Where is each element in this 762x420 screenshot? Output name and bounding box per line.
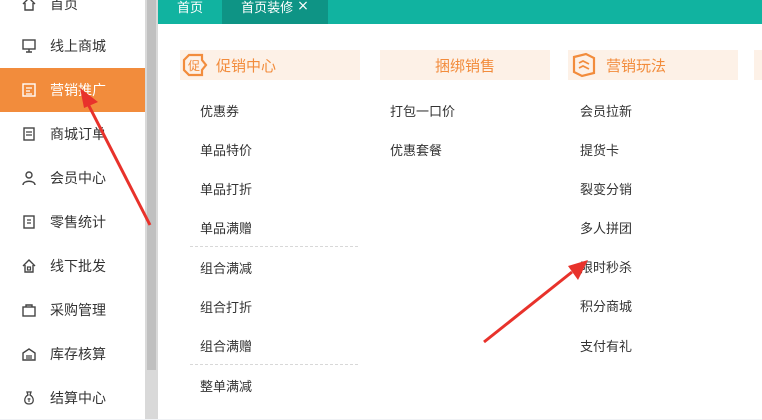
sidebar-item-retail-stats[interactable]: 零售统计 — [0, 200, 145, 244]
play-badge-icon — [572, 52, 596, 78]
sidebar-item-inventory[interactable]: 库存核算 — [0, 332, 145, 376]
menu-item-combo-gift[interactable]: 组合满赠 — [200, 336, 252, 355]
divider — [190, 246, 358, 247]
house-icon — [20, 257, 38, 275]
sidebar-item-label: 线上商城 — [50, 39, 106, 55]
sidebar-item-purchasing[interactable]: 采购管理 — [0, 288, 145, 332]
close-icon[interactable]: × — [297, 0, 309, 14]
sidebar: 首页 线上商城 营销推广 商城订单 会员中心 零售统计 线下批发 采购管理 库存… — [0, 0, 145, 419]
category-header-bundle: 捆绑销售 — [380, 50, 550, 80]
divider — [190, 364, 358, 365]
tab-home-decoration[interactable]: 首页装修 × — [222, 0, 328, 24]
menu-item-order-reduce[interactable]: 整单满减 — [200, 376, 252, 395]
money-bag-icon — [20, 389, 38, 407]
menu-item-payment-reward[interactable]: 支付有礼 — [580, 336, 632, 355]
stats-icon — [20, 213, 38, 231]
monitor-icon — [20, 37, 38, 55]
sidebar-item-home[interactable]: 首页 — [0, 0, 145, 26]
sidebar-item-label: 营销推广 — [50, 83, 106, 99]
menu-item-pickup-card[interactable]: 提货卡 — [580, 140, 619, 159]
menu-item-member-referral[interactable]: 会员拉新 — [580, 101, 632, 120]
promo-badge-icon: 促 — [182, 53, 208, 77]
menu-item-group-buy[interactable]: 多人拼团 — [580, 218, 632, 237]
category-title: 促销中心 — [216, 56, 277, 75]
category-header-next — [754, 50, 762, 80]
tab-label: 首页装修 — [241, 0, 294, 16]
menu-item-single-gift[interactable]: 单品满赠 — [200, 218, 252, 237]
order-icon — [20, 125, 38, 143]
sidebar-item-label: 首页 — [50, 0, 78, 13]
warehouse-icon — [20, 345, 38, 363]
category-header-play: 营销玩法 — [568, 50, 738, 80]
tab-bar: 首页 首页装修 × — [158, 0, 762, 24]
svg-text:促: 促 — [188, 59, 200, 73]
menu-item-flash-sale[interactable]: 限时秒杀 — [580, 257, 632, 276]
menu-item-points-mall[interactable]: 积分商城 — [580, 296, 632, 315]
menu-item-fission-distribution[interactable]: 裂变分销 — [580, 179, 632, 198]
tab-home[interactable]: 首页 — [158, 0, 222, 24]
sidebar-item-wholesale[interactable]: 线下批发 — [0, 244, 145, 288]
sidebar-item-label: 采购管理 — [50, 303, 106, 319]
menu-item-combo-discount[interactable]: 组合打折 — [200, 297, 252, 316]
menu-item-package-price[interactable]: 打包一口价 — [390, 101, 455, 120]
sidebar-item-settlement[interactable]: 结算中心 — [0, 376, 145, 420]
home-icon — [20, 0, 38, 13]
sidebar-scrollbar-thumb[interactable] — [147, 0, 156, 370]
sidebar-item-orders[interactable]: 商城订单 — [0, 112, 145, 156]
sidebar-item-online-mall[interactable]: 线上商城 — [0, 24, 145, 68]
category-title: 营销玩法 — [606, 56, 667, 75]
menu-item-coupon[interactable]: 优惠券 — [200, 101, 239, 120]
user-icon — [20, 169, 38, 187]
menu-item-single-discount[interactable]: 单品打折 — [200, 179, 252, 198]
sidebar-item-label: 库存核算 — [50, 347, 106, 363]
category-header-promo: 促 促销中心 — [180, 50, 360, 80]
sidebar-item-label: 会员中心 — [50, 171, 106, 187]
sidebar-item-label: 商城订单 — [50, 127, 106, 143]
menu-item-single-special[interactable]: 单品特价 — [200, 140, 252, 159]
sidebar-item-members[interactable]: 会员中心 — [0, 156, 145, 200]
megaphone-icon — [20, 81, 38, 99]
sidebar-item-marketing[interactable]: 营销推广 — [0, 68, 145, 112]
menu-item-discount-set[interactable]: 优惠套餐 — [390, 140, 442, 159]
sidebar-item-label: 零售统计 — [50, 215, 106, 231]
sidebar-item-label: 线下批发 — [50, 259, 106, 275]
bag-icon — [20, 301, 38, 319]
menu-item-combo-reduce[interactable]: 组合满减 — [200, 258, 252, 277]
tab-label: 首页 — [176, 0, 203, 16]
category-title: 捆绑销售 — [434, 56, 495, 75]
sidebar-item-label: 结算中心 — [50, 391, 106, 407]
